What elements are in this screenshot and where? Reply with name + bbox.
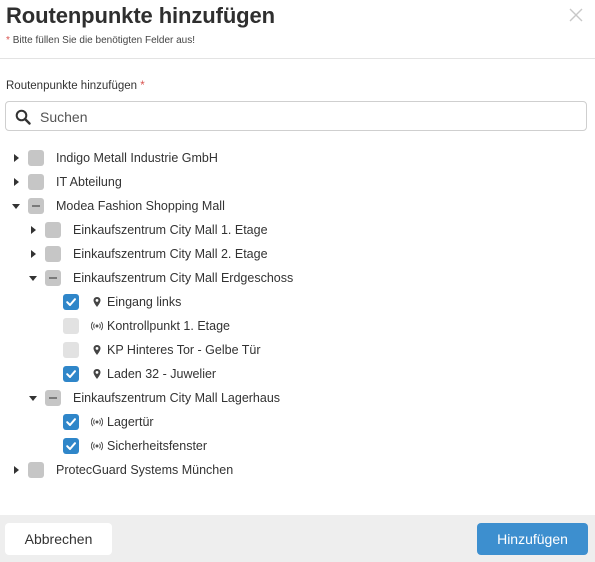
map-pin-icon xyxy=(91,344,103,356)
search-box[interactable] xyxy=(5,101,587,131)
tree-label: Kontrollpunkt 1. Etage xyxy=(107,319,230,333)
tree-checkbox[interactable] xyxy=(45,246,61,262)
tree-checkbox xyxy=(63,342,79,358)
tree-row[interactable]: Indigo Metall Industrie GmbH xyxy=(10,146,218,170)
tree-row[interactable]: Einkaufszentrum City Mall 1. Etage xyxy=(27,218,268,242)
tree-row[interactable]: Einkaufszentrum City Mall Erdgeschoss xyxy=(27,266,293,290)
tree-label: KP Hinteres Tor - Gelbe Tür xyxy=(107,343,261,357)
field-label-text: Routenpunkte hinzufügen xyxy=(6,80,138,92)
radio-signal-icon xyxy=(91,440,103,452)
tree-checkbox[interactable] xyxy=(45,270,61,286)
required-star: * xyxy=(6,35,10,46)
tree-label: Indigo Metall Industrie GmbH xyxy=(56,151,218,165)
caret-right-icon[interactable] xyxy=(27,224,39,236)
tree-label: Lagertür xyxy=(107,415,154,429)
tree-label: Einkaufszentrum City Mall 2. Etage xyxy=(73,247,268,261)
tree-row[interactable]: KP Hinteres Tor - Gelbe Tür xyxy=(45,338,261,362)
caret-down-icon[interactable] xyxy=(27,272,39,284)
tree-label: IT Abteilung xyxy=(56,175,122,189)
tree-row[interactable]: Einkaufszentrum City Mall 2. Etage xyxy=(27,242,268,266)
tree-row[interactable]: Laden 32 - Juwelier xyxy=(45,362,216,386)
tree-checkbox[interactable] xyxy=(28,198,44,214)
tree-checkbox xyxy=(63,318,79,334)
tree-checkbox[interactable] xyxy=(45,390,61,406)
cancel-button[interactable]: Abbrechen xyxy=(5,523,112,555)
tree-checkbox[interactable] xyxy=(28,150,44,166)
caret-right-icon[interactable] xyxy=(10,176,22,188)
caret-right-icon[interactable] xyxy=(10,152,22,164)
tree-row[interactable]: Kontrollpunkt 1. Etage xyxy=(45,314,230,338)
field-label: Routenpunkte hinzufügen * xyxy=(6,80,145,92)
tree-checkbox[interactable] xyxy=(63,438,79,454)
tree-row[interactable]: Lagertür xyxy=(45,410,154,434)
tree-checkbox[interactable] xyxy=(28,174,44,190)
caret-right-icon[interactable] xyxy=(27,248,39,260)
tree-checkbox[interactable] xyxy=(45,222,61,238)
tree-row[interactable]: Modea Fashion Shopping Mall xyxy=(10,194,225,218)
search-icon xyxy=(15,109,31,125)
radio-signal-icon xyxy=(91,416,103,428)
tree-checkbox[interactable] xyxy=(63,294,79,310)
dialog-header: Routenpunkte hinzufügen * Bitte füllen S… xyxy=(0,0,595,59)
caret-right-icon[interactable] xyxy=(10,464,22,476)
tree-label: Einkaufszentrum City Mall 1. Etage xyxy=(73,223,268,237)
tree-label: Eingang links xyxy=(107,295,182,309)
search-input[interactable] xyxy=(38,106,582,128)
close-icon[interactable] xyxy=(567,6,585,24)
tree-row[interactable]: IT Abteilung xyxy=(10,170,122,194)
tree-checkbox[interactable] xyxy=(63,414,79,430)
tree-label: Einkaufszentrum City Mall Erdgeschoss xyxy=(73,271,294,285)
tree-row[interactable]: Sicherheitsfenster xyxy=(45,434,207,458)
field-required-star: * xyxy=(140,80,145,92)
tree-checkbox[interactable] xyxy=(63,366,79,382)
dialog-footer: Abbrechen Hinzufügen xyxy=(0,515,595,562)
map-pin-icon xyxy=(91,368,103,380)
radio-signal-icon xyxy=(91,320,103,332)
caret-down-icon[interactable] xyxy=(10,200,22,212)
tree-row[interactable]: Einkaufszentrum City Mall Lagerhaus xyxy=(27,386,280,410)
required-note: * Bitte füllen Sie die benötigten Felder… xyxy=(6,35,195,46)
caret-down-icon[interactable] xyxy=(27,392,39,404)
tree-label: Sicherheitsfenster xyxy=(107,439,208,453)
tree-row[interactable]: Eingang links xyxy=(45,290,181,314)
dialog-title: Routenpunkte hinzufügen xyxy=(6,3,275,28)
tree-row[interactable]: ProtecGuard Systems München xyxy=(10,458,233,482)
add-button[interactable]: Hinzufügen xyxy=(477,523,588,555)
tree-checkbox[interactable] xyxy=(28,462,44,478)
tree-label: Modea Fashion Shopping Mall xyxy=(56,199,225,213)
map-pin-icon xyxy=(91,296,103,308)
tree-label: Laden 32 - Juwelier xyxy=(107,367,217,381)
tree-label: Einkaufszentrum City Mall Lagerhaus xyxy=(73,391,281,405)
tree-label: ProtecGuard Systems München xyxy=(56,463,234,477)
required-note-text: Bitte füllen Sie die benötigten Felder a… xyxy=(12,35,196,46)
